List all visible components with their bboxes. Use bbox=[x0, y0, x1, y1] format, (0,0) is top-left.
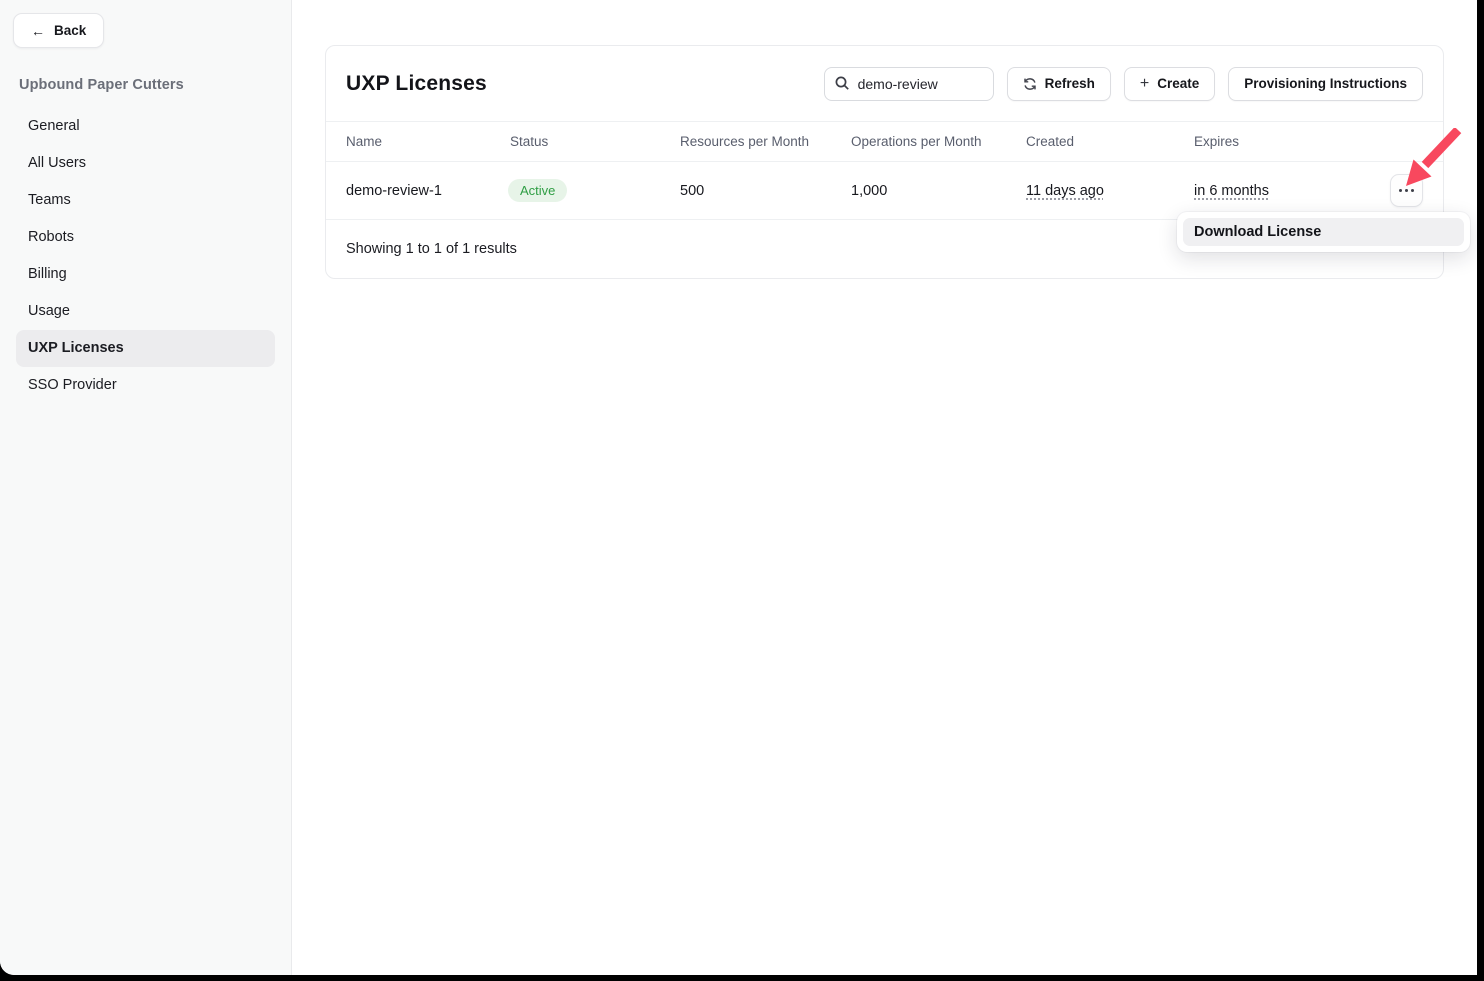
sidebar-item-robots[interactable]: Robots bbox=[16, 219, 275, 256]
create-button-label: Create bbox=[1157, 76, 1199, 91]
table-header-row: Name Status Resources per Month Operatio… bbox=[326, 122, 1443, 162]
refresh-button[interactable]: Refresh bbox=[1007, 67, 1111, 101]
row-actions-dropdown: Download License bbox=[1177, 212, 1470, 252]
provisioning-instructions-label: Provisioning Instructions bbox=[1244, 76, 1407, 91]
row-actions-menu-button[interactable] bbox=[1390, 174, 1423, 207]
search-wrap bbox=[824, 67, 994, 101]
cell-expires: in 6 months bbox=[1194, 183, 1390, 199]
search-icon bbox=[834, 75, 850, 91]
settings-sidebar: ← Back Upbound Paper Cutters General All… bbox=[0, 0, 292, 975]
back-button[interactable]: ← Back bbox=[13, 13, 104, 48]
app-window: ← Back Upbound Paper Cutters General All… bbox=[0, 0, 1477, 975]
cell-operations: 1,000 bbox=[851, 183, 1026, 199]
column-header-resources: Resources per Month bbox=[680, 134, 851, 149]
cell-created: 11 days ago bbox=[1026, 183, 1194, 199]
page-title: UXP Licenses bbox=[346, 72, 487, 96]
toolbar: Refresh + Create Provisioning Instructio… bbox=[824, 67, 1423, 101]
created-relative-time: 11 days ago bbox=[1026, 183, 1104, 199]
download-license-menu-item[interactable]: Download License bbox=[1183, 218, 1464, 246]
back-arrow-icon: ← bbox=[31, 23, 45, 39]
sidebar-nav: General All Users Teams Robots Billing U… bbox=[0, 108, 291, 404]
provisioning-instructions-button[interactable]: Provisioning Instructions bbox=[1228, 67, 1423, 101]
plus-icon: + bbox=[1140, 76, 1149, 92]
sidebar-item-general[interactable]: General bbox=[16, 108, 275, 145]
create-button[interactable]: + Create bbox=[1124, 67, 1215, 101]
sidebar-item-uxp-licenses[interactable]: UXP Licenses bbox=[16, 330, 275, 367]
column-header-status: Status bbox=[510, 134, 680, 149]
cell-actions bbox=[1390, 174, 1423, 207]
refresh-button-label: Refresh bbox=[1045, 76, 1095, 91]
card-header: UXP Licenses bbox=[326, 46, 1443, 122]
sidebar-item-usage[interactable]: Usage bbox=[16, 293, 275, 330]
refresh-icon bbox=[1023, 77, 1037, 91]
column-header-expires: Expires bbox=[1194, 134, 1390, 149]
org-name: Upbound Paper Cutters bbox=[19, 77, 291, 93]
column-header-name: Name bbox=[346, 134, 510, 149]
status-badge: Active bbox=[508, 179, 567, 202]
column-header-operations: Operations per Month bbox=[851, 134, 1026, 149]
column-header-created: Created bbox=[1026, 134, 1194, 149]
sidebar-item-all-users[interactable]: All Users bbox=[16, 145, 275, 182]
sidebar-item-teams[interactable]: Teams bbox=[16, 182, 275, 219]
cell-status: Active bbox=[508, 179, 680, 202]
sidebar-item-billing[interactable]: Billing bbox=[16, 256, 275, 293]
back-button-label: Back bbox=[54, 23, 86, 38]
cell-resources: 500 bbox=[680, 183, 851, 199]
main-content: UXP Licenses bbox=[292, 0, 1477, 975]
sidebar-item-sso-provider[interactable]: SSO Provider bbox=[16, 367, 275, 404]
expires-relative-time: in 6 months bbox=[1194, 183, 1269, 199]
cell-name: demo-review-1 bbox=[346, 183, 510, 199]
ellipsis-icon bbox=[1399, 189, 1402, 192]
